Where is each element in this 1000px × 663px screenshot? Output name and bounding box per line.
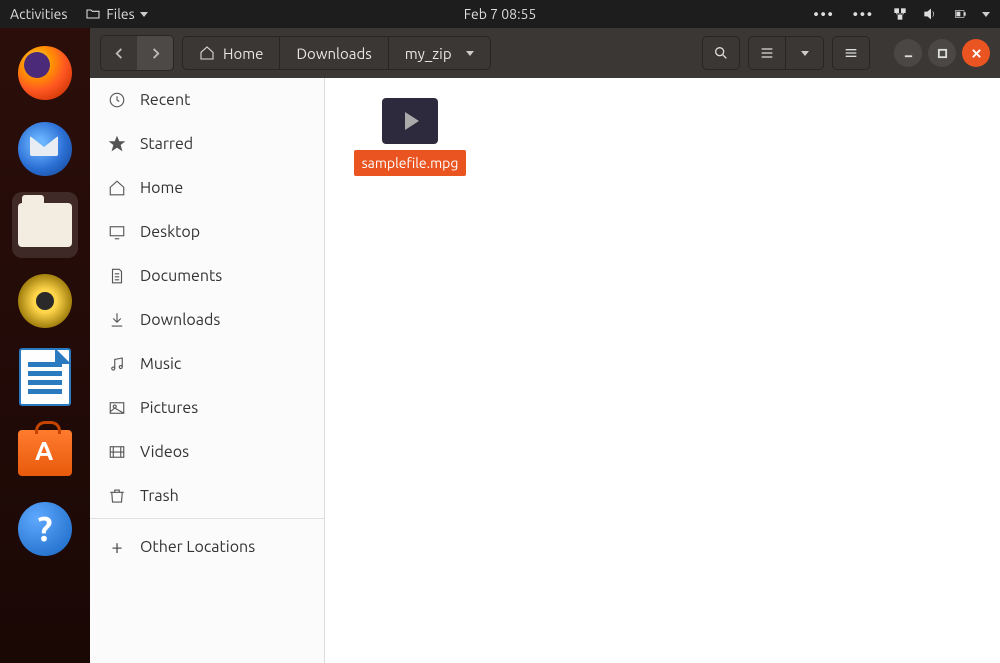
dock-rhythmbox[interactable] <box>12 268 78 334</box>
sidebar-item-desktop[interactable]: Desktop <box>90 210 324 254</box>
launcher-dock: ? <box>0 28 90 663</box>
clock-icon <box>108 91 126 109</box>
view-options-button[interactable] <box>786 36 824 70</box>
chevron-down-icon <box>466 51 474 56</box>
maximize-button[interactable] <box>928 39 956 67</box>
home-icon <box>108 179 126 197</box>
sidebar-item-pictures[interactable]: Pictures <box>90 386 324 430</box>
star-icon <box>108 135 126 153</box>
places-sidebar: Recent Starred Home Desktop Documents <box>90 78 325 663</box>
sidebar-item-label: Downloads <box>140 311 220 329</box>
firefox-icon <box>18 46 72 100</box>
folder-icon <box>18 203 72 247</box>
status-dots-icon[interactable]: ••• <box>853 6 874 22</box>
view-controls <box>748 36 824 70</box>
shopping-bag-icon <box>18 430 72 476</box>
sidebar-item-trash[interactable]: Trash <box>90 474 324 518</box>
app-menu-label: Files <box>106 6 134 22</box>
path-label: Home <box>223 45 263 62</box>
sidebar-item-music[interactable]: Music <box>90 342 324 386</box>
dock-firefox[interactable] <box>12 40 78 106</box>
gnome-top-panel: Activities Files Feb 7 08:55 ••• ••• <box>0 0 1000 28</box>
battery-icon[interactable] <box>952 6 968 22</box>
sidebar-item-label: Videos <box>140 443 189 461</box>
activities-button[interactable]: Activities <box>10 6 67 22</box>
list-icon <box>759 45 775 61</box>
sidebar-item-label: Starred <box>140 135 193 153</box>
dock-thunderbird[interactable] <box>12 116 78 182</box>
forward-button[interactable] <box>137 36 173 70</box>
network-icon[interactable] <box>892 6 908 22</box>
document-icon <box>19 348 71 406</box>
speaker-icon <box>18 274 72 328</box>
dock-help[interactable]: ? <box>12 496 78 562</box>
sidebar-item-documents[interactable]: Documents <box>90 254 324 298</box>
sidebar-other-locations[interactable]: + Other Locations <box>90 519 324 574</box>
chevron-down-icon[interactable] <box>982 12 990 17</box>
document-icon <box>108 267 126 285</box>
list-view-button[interactable] <box>748 36 786 70</box>
path-downloads[interactable]: Downloads <box>280 36 388 70</box>
image-icon <box>108 399 126 417</box>
sidebar-item-label: Trash <box>140 487 179 505</box>
clock[interactable]: Feb 7 08:55 <box>464 6 537 22</box>
desktop-icon <box>108 223 126 241</box>
path-current[interactable]: my_zip <box>389 36 491 70</box>
folder-icon <box>85 6 101 22</box>
sidebar-item-downloads[interactable]: Downloads <box>90 298 324 342</box>
dock-libreoffice[interactable] <box>12 344 78 410</box>
file-item[interactable]: samplefile.mpg <box>355 98 465 176</box>
sidebar-item-recent[interactable]: Recent <box>90 78 324 122</box>
menu-icon <box>843 45 859 61</box>
dock-software[interactable] <box>12 420 78 486</box>
sidebar-item-label: Documents <box>140 267 222 285</box>
dock-files[interactable] <box>12 192 78 258</box>
status-dots-icon[interactable]: ••• <box>814 6 835 22</box>
path-bar: Home Downloads my_zip <box>182 36 491 70</box>
path-label: Downloads <box>296 45 371 62</box>
plus-icon: + <box>108 535 126 558</box>
home-icon <box>199 45 215 61</box>
sidebar-item-label: Desktop <box>140 223 200 241</box>
video-icon <box>108 443 126 461</box>
sidebar-item-starred[interactable]: Starred <box>90 122 324 166</box>
chevron-down-icon <box>801 51 809 56</box>
back-button[interactable] <box>101 36 137 70</box>
sidebar-item-label: Recent <box>140 91 190 109</box>
nav-buttons <box>100 35 174 71</box>
close-button[interactable] <box>962 39 990 67</box>
titlebar: Home Downloads my_zip <box>90 28 1000 78</box>
file-grid[interactable]: samplefile.mpg <box>325 78 1000 663</box>
path-label: my_zip <box>405 45 452 62</box>
search-button[interactable] <box>702 36 740 70</box>
app-menu[interactable]: Files <box>85 6 147 22</box>
volume-icon[interactable] <box>922 6 938 22</box>
download-icon <box>108 311 126 329</box>
hamburger-menu-button[interactable] <box>832 36 870 70</box>
minimize-button[interactable] <box>894 39 922 67</box>
sidebar-item-videos[interactable]: Videos <box>90 430 324 474</box>
play-icon <box>405 112 419 130</box>
music-icon <box>108 355 126 373</box>
sidebar-item-label: Home <box>140 179 183 197</box>
sidebar-item-label: Other Locations <box>140 538 255 556</box>
path-home[interactable]: Home <box>182 36 280 70</box>
video-thumbnail <box>382 98 438 144</box>
chevron-down-icon <box>140 12 148 17</box>
file-name-label: samplefile.mpg <box>354 150 467 176</box>
thunderbird-icon <box>18 122 72 176</box>
sidebar-item-home[interactable]: Home <box>90 166 324 210</box>
help-icon: ? <box>18 502 72 556</box>
search-icon <box>713 45 729 61</box>
trash-icon <box>108 487 126 505</box>
sidebar-item-label: Music <box>140 355 181 373</box>
sidebar-item-label: Pictures <box>140 399 198 417</box>
files-window: Home Downloads my_zip <box>90 28 1000 663</box>
